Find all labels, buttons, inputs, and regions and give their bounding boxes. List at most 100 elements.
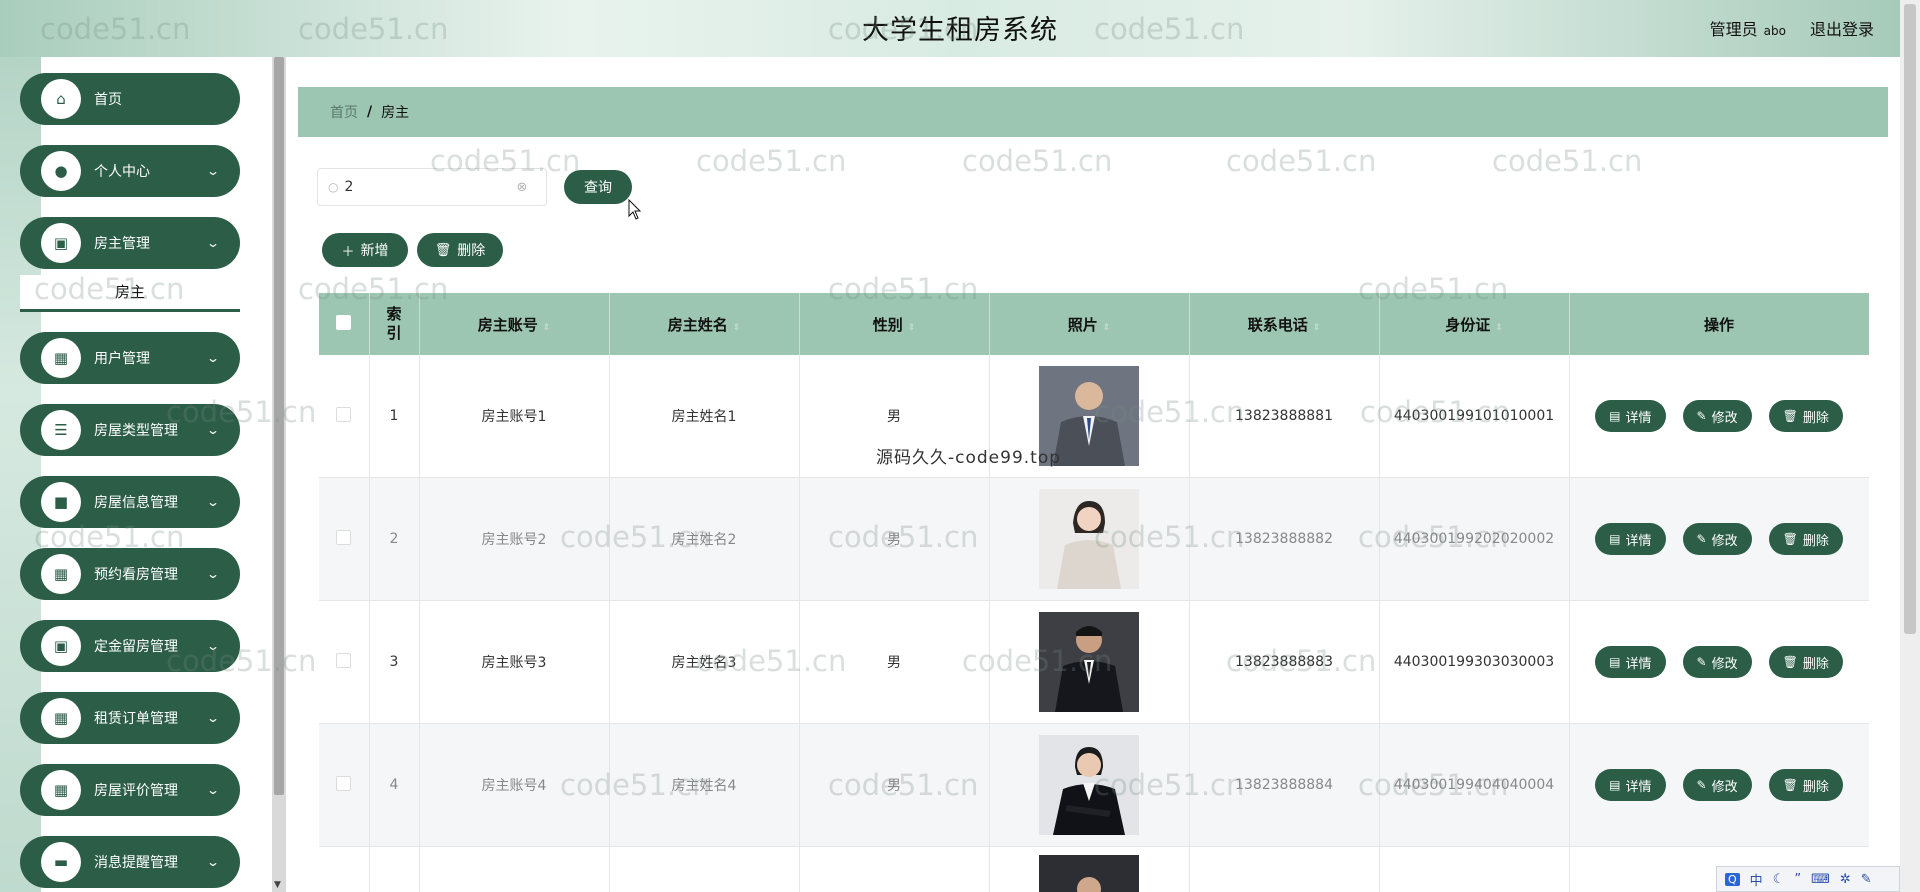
- punctuation-icon[interactable]: ”: [1794, 872, 1801, 887]
- search-input[interactable]: [342, 178, 517, 196]
- search-field[interactable]: ○ ⊗: [317, 168, 547, 206]
- column-header-gender[interactable]: 性别 ⇕: [799, 293, 990, 355]
- chevron-down-icon: ⌄: [205, 855, 221, 869]
- add-button[interactable]: ＋ 新增: [322, 233, 408, 267]
- detail-button[interactable]: ▤ 详情: [1595, 400, 1666, 432]
- moon-icon[interactable]: ☾: [1773, 872, 1785, 887]
- chevron-down-icon: ⌄: [205, 639, 221, 653]
- detail-button[interactable]: ▤ 详情: [1595, 523, 1666, 555]
- clear-icon[interactable]: ⊗: [516, 180, 527, 195]
- sidebar-scrollbar-thumb[interactable]: [274, 57, 284, 795]
- trash-icon: 🗑: [434, 242, 452, 258]
- sort-icon[interactable]: ⇕: [1313, 323, 1321, 333]
- sidebar-item-house-type-management[interactable]: ☰ 房屋类型管理 ⌄: [20, 404, 240, 456]
- sidebar-item-label: 房屋信息管理: [94, 495, 178, 511]
- sort-icon[interactable]: ⇕: [908, 323, 916, 333]
- select-all-cell[interactable]: [319, 293, 370, 355]
- delete-button[interactable]: 🗑 删除: [1768, 400, 1843, 432]
- sidebar-item-user-management[interactable]: ▦ 用户管理 ⌄: [20, 332, 240, 384]
- cell-id-card: [1379, 846, 1570, 892]
- sidebar-scrollbar[interactable]: ▼: [272, 57, 286, 892]
- detail-button[interactable]: ▤ 详情: [1595, 646, 1666, 678]
- edit-button[interactable]: ✎ 修改: [1682, 646, 1752, 678]
- row-select-cell[interactable]: [319, 477, 370, 601]
- sidebar-item-message-reminders[interactable]: ▬ 消息提醒管理 ⌄: [20, 836, 240, 888]
- page-scrollbar[interactable]: [1900, 0, 1920, 892]
- sidebar-item-label: 租赁订单管理: [94, 711, 178, 727]
- detail-label: 详情: [1625, 410, 1652, 426]
- clipboard-icon: ▣: [41, 626, 81, 666]
- row-checkbox[interactable]: [336, 652, 352, 668]
- detail-button[interactable]: ▤ 详情: [1595, 769, 1666, 801]
- submenu-item-landlord[interactable]: 房主: [20, 275, 240, 312]
- delete-button[interactable]: 🗑 删除: [1768, 523, 1843, 555]
- sort-icon[interactable]: ⇕: [1495, 323, 1503, 333]
- delete-label: 删除: [1802, 410, 1829, 426]
- sort-icon[interactable]: ⇕: [543, 323, 551, 333]
- source-watermark: 源码久久-code99.top: [876, 448, 1062, 468]
- cell-id-card: 440300199303030003: [1379, 600, 1570, 724]
- row-select-cell[interactable]: [319, 723, 370, 847]
- chevron-down-icon: ⌄: [205, 567, 221, 581]
- sidebar-item-personal-center[interactable]: ● 个人中心 ⌄: [20, 145, 240, 197]
- row-select-cell[interactable]: [319, 846, 370, 892]
- table-row: 2 房主账号2 房主姓名2 男 13823888882 440300199202…: [319, 477, 1869, 601]
- column-label: 房主账号: [477, 315, 538, 334]
- keyboard-icon[interactable]: ⌨: [1811, 872, 1830, 887]
- sidebar-item-label: 预约看房管理: [94, 567, 178, 583]
- delete-button-label: 删除: [457, 243, 486, 259]
- grid-icon: ▦: [41, 770, 81, 810]
- cell-name: 房主姓名2: [609, 477, 800, 601]
- sidebar-item-deposit-reservation[interactable]: ▣ 定金留房管理 ⌄: [20, 620, 240, 672]
- sidebar-item-house-info-management[interactable]: ■ 房屋信息管理 ⌄: [20, 476, 240, 528]
- sidebar-item-label: 房屋评价管理: [94, 783, 178, 799]
- edit-button[interactable]: ✎ 修改: [1682, 769, 1752, 801]
- ime-toolbar[interactable]: Q 中 ☾ ” ⌨ ✲ ✎: [1716, 866, 1900, 892]
- edit-button[interactable]: ✎ 修改: [1682, 523, 1752, 555]
- page-scrollbar-thumb[interactable]: [1904, 4, 1916, 634]
- sidebar-item-label: 首页: [94, 92, 122, 108]
- cell-actions: ▤ 详情 ✎ 修改 🗑 删除: [1569, 723, 1869, 847]
- column-label: 房主姓名: [667, 315, 728, 334]
- logout-link[interactable]: 退出登录: [1810, 16, 1874, 40]
- row-checkbox[interactable]: [336, 529, 352, 545]
- column-header-name[interactable]: 房主姓名 ⇕: [609, 293, 800, 355]
- batch-delete-button[interactable]: 🗑 删除: [417, 233, 503, 267]
- column-header-phone[interactable]: 联系电话 ⇕: [1189, 293, 1380, 355]
- column-header-account[interactable]: 房主账号 ⇕: [419, 293, 610, 355]
- cell-photo: [989, 723, 1190, 847]
- sidebar-item-landlord-management[interactable]: ▣ 房主管理 ⌄: [20, 217, 240, 269]
- chevron-down-icon: ⌄: [205, 495, 221, 509]
- user-role: 管理员: [1709, 20, 1758, 39]
- edit-icon: ✎: [1696, 778, 1707, 792]
- delete-button[interactable]: 🗑 删除: [1768, 769, 1843, 801]
- monitor-icon: ▬: [41, 842, 81, 882]
- sidebar-item-home[interactable]: ⌂ 首页: [20, 73, 240, 125]
- column-header-index: 索引: [369, 293, 420, 355]
- row-checkbox[interactable]: [336, 406, 352, 422]
- ime-language[interactable]: 中: [1750, 870, 1763, 889]
- column-header-photo[interactable]: 照片 ⇕: [989, 293, 1190, 355]
- edit-button[interactable]: ✎ 修改: [1682, 400, 1752, 432]
- cell-photo: [989, 846, 1190, 892]
- sidebar-item-viewing-appointment[interactable]: ▦ 预约看房管理 ⌄: [20, 548, 240, 600]
- scroll-down-arrow-icon[interactable]: ▼: [274, 880, 281, 890]
- sort-icon[interactable]: ⇕: [1103, 323, 1111, 333]
- sort-icon[interactable]: ⇕: [733, 323, 741, 333]
- tool-icon[interactable]: ✎: [1861, 872, 1872, 887]
- ime-logo-icon[interactable]: Q: [1725, 872, 1740, 886]
- settings-icon[interactable]: ✲: [1840, 872, 1851, 887]
- sidebar-item-house-reviews[interactable]: ▦ 房屋评价管理 ⌄: [20, 764, 240, 816]
- landlord-photo: [1039, 735, 1139, 835]
- row-select-cell[interactable]: [319, 355, 370, 478]
- query-button[interactable]: 查询: [564, 170, 632, 204]
- delete-button[interactable]: 🗑 删除: [1768, 646, 1843, 678]
- detail-label: 详情: [1625, 533, 1652, 549]
- select-all-checkbox[interactable]: [336, 314, 352, 330]
- row-checkbox[interactable]: [336, 775, 352, 791]
- sidebar-item-rental-orders[interactable]: ▦ 租赁订单管理 ⌄: [20, 692, 240, 744]
- cell-id-card: 440300199202020002: [1379, 477, 1570, 601]
- breadcrumb-home[interactable]: 首页: [330, 102, 358, 122]
- row-select-cell[interactable]: [319, 600, 370, 724]
- column-header-id-card[interactable]: 身份证 ⇕: [1379, 293, 1570, 355]
